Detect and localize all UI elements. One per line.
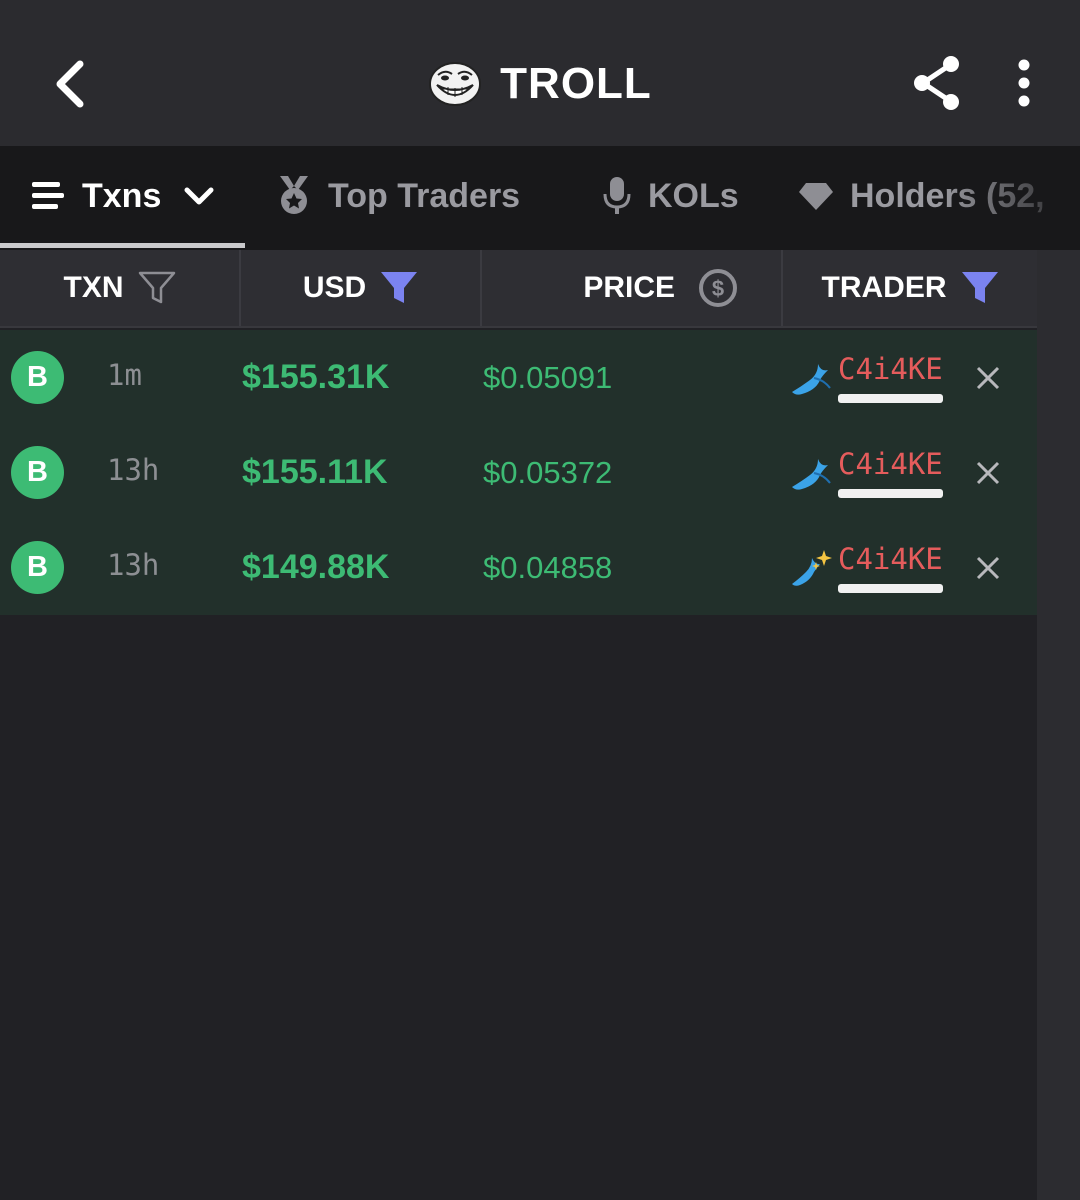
back-button[interactable] <box>40 52 100 116</box>
more-vertical-icon <box>1018 59 1030 107</box>
tab-bar: Txns Top Traders KOLs Holders (52, <box>0 146 1080 250</box>
diamond-icon <box>798 181 834 211</box>
dollar-circle-icon[interactable]: $ <box>697 267 739 309</box>
svg-text:$: $ <box>712 276 724 301</box>
tab-label: KOLs <box>648 176 739 215</box>
medal-icon <box>276 176 312 216</box>
filter-active-icon[interactable] <box>961 271 999 305</box>
close-icon[interactable] <box>970 360 1006 396</box>
table-row[interactable]: B 13h $155.11K $0.05372 C4i4KE <box>0 425 1037 520</box>
close-icon[interactable] <box>970 550 1006 586</box>
whale-icon <box>792 364 831 395</box>
more-options-button[interactable] <box>998 52 1050 114</box>
whale-icon <box>792 459 831 490</box>
filter-outline-icon[interactable] <box>138 271 176 305</box>
txn-age: 13h <box>107 453 160 487</box>
txn-age: 1m <box>107 358 142 392</box>
top-app-bar: TROLL <box>0 0 1080 146</box>
horizontal-scroll-gutter <box>1037 250 1080 1200</box>
column-header-price[interactable]: PRICE $ <box>482 250 783 326</box>
buy-badge: B <box>11 446 64 499</box>
tab-label: Holders (52, <box>850 176 1045 215</box>
tab-holders[interactable]: Holders (52, <box>798 146 1045 246</box>
tab-label: Txns <box>82 176 162 215</box>
trader-address-link[interactable]: C4i4KE <box>838 447 943 481</box>
transactions-table: B 1m $155.31K $0.05091 C4i4KE B 13h $155… <box>0 330 1037 615</box>
tab-kols[interactable]: KOLs <box>602 146 739 246</box>
txn-price: $0.05091 <box>483 360 613 395</box>
active-tab-indicator <box>0 243 245 248</box>
troll-face-logo <box>429 62 482 106</box>
txn-price: $0.04858 <box>483 550 613 585</box>
list-icon <box>30 180 66 212</box>
tab-top-traders[interactable]: Top Traders <box>276 146 520 246</box>
page-title: TROLL <box>500 59 652 108</box>
trader-holding-bar <box>838 394 943 403</box>
trader-address-link[interactable]: C4i4KE <box>838 542 943 576</box>
whale-sparkles-icon <box>792 550 832 586</box>
tab-txns[interactable]: Txns <box>30 146 215 246</box>
chevron-down-icon[interactable] <box>183 186 215 206</box>
column-label: USD <box>302 271 367 304</box>
txn-usd: $155.31K <box>242 358 390 396</box>
txn-price: $0.05372 <box>483 455 613 490</box>
txn-age: 13h <box>107 548 160 582</box>
txn-usd: $149.88K <box>242 548 390 586</box>
table-header: TXN USD PRICE $ TRADER <box>0 250 1037 328</box>
table-row[interactable]: B 13h $149.88K $0.04858 C4i4KE <box>0 520 1037 615</box>
share-icon <box>914 56 959 110</box>
buy-badge: B <box>11 541 64 594</box>
column-header-usd[interactable]: USD <box>241 250 482 326</box>
close-icon[interactable] <box>970 455 1006 491</box>
column-label: TXN <box>63 271 124 304</box>
table-row[interactable]: B 1m $155.31K $0.05091 C4i4KE <box>0 330 1037 425</box>
trader-holding-bar <box>838 584 943 593</box>
microphone-icon <box>602 176 632 216</box>
column-label: PRICE <box>583 271 675 304</box>
share-button[interactable] <box>906 52 968 114</box>
column-header-txn[interactable]: TXN <box>0 250 241 326</box>
trader-holding-bar <box>838 489 943 498</box>
filter-active-icon[interactable] <box>380 271 418 305</box>
buy-badge: B <box>11 351 64 404</box>
tab-label: Top Traders <box>328 176 521 215</box>
column-header-trader[interactable]: TRADER <box>783 250 1037 326</box>
chevron-left-icon <box>56 60 84 108</box>
trader-address-link[interactable]: C4i4KE <box>838 352 943 386</box>
column-label: TRADER <box>821 271 947 304</box>
txn-usd: $155.11K <box>242 453 388 491</box>
